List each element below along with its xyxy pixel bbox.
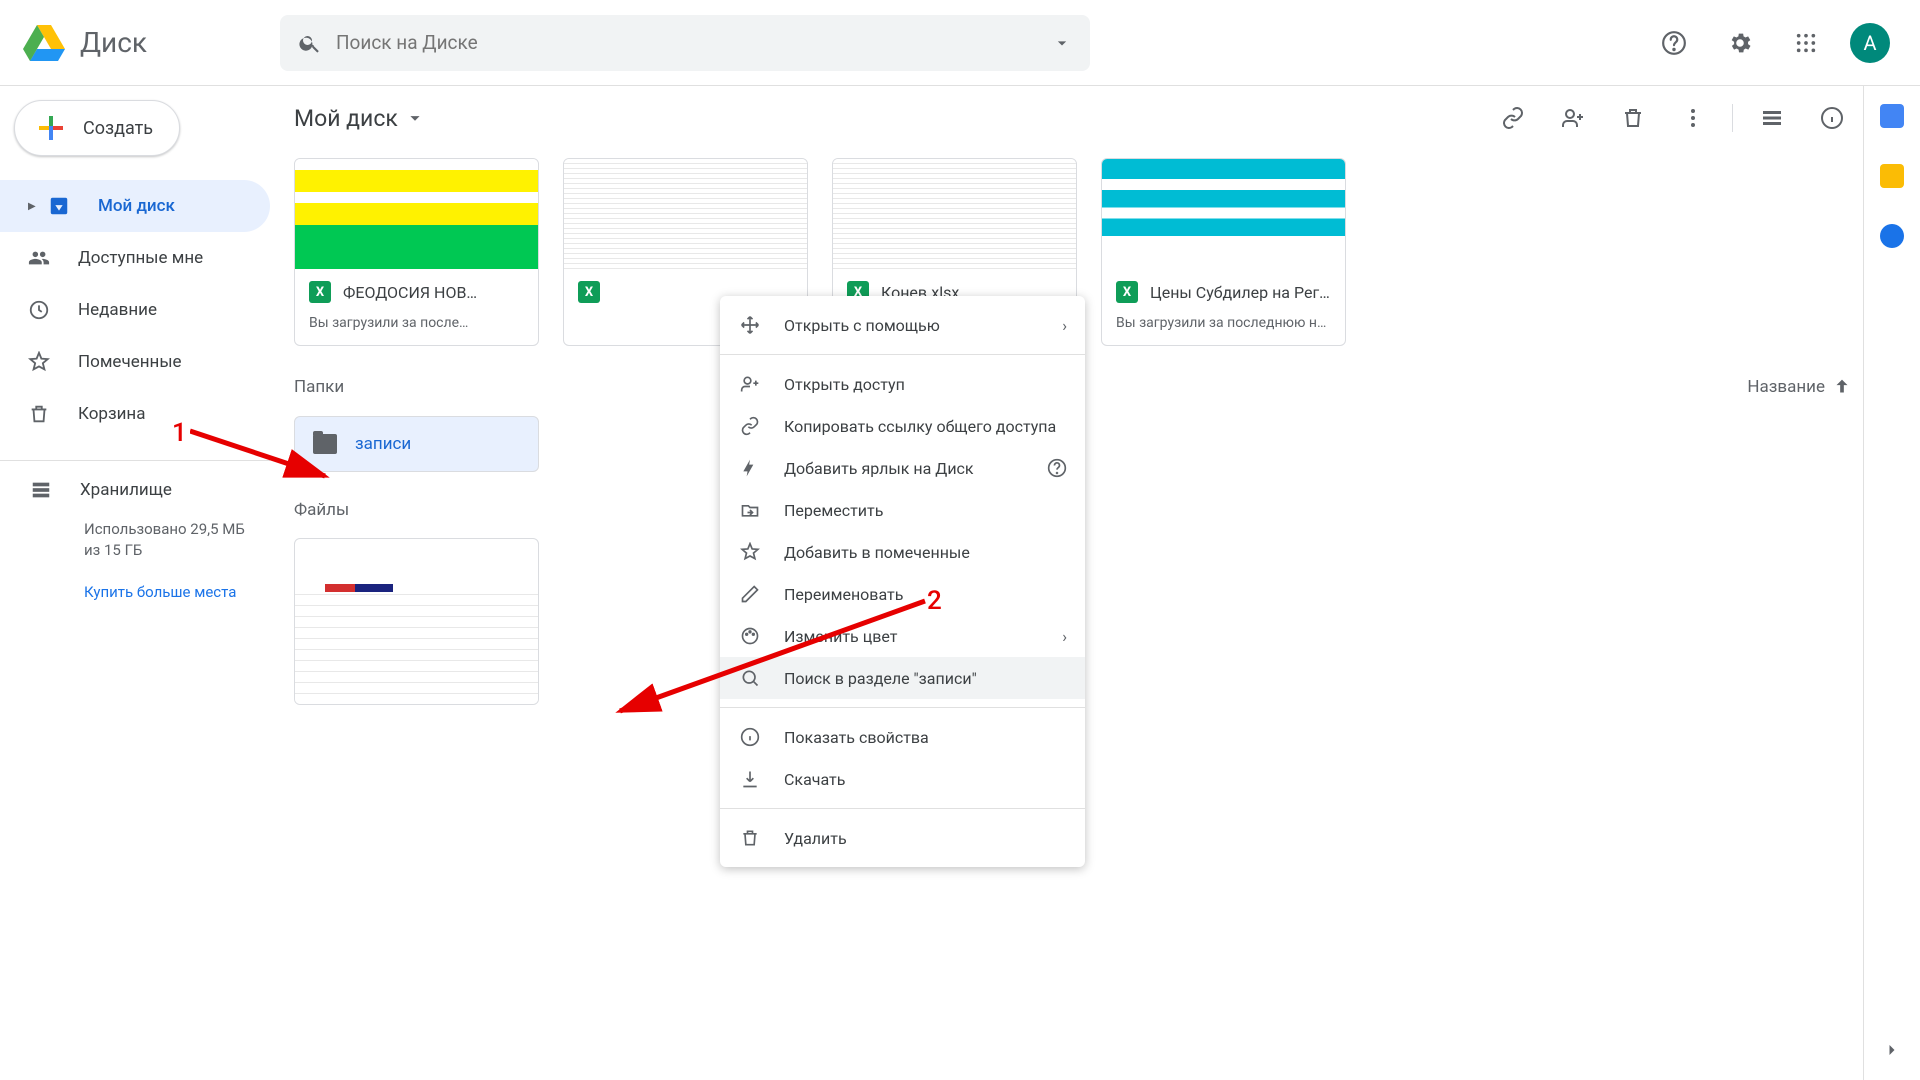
folder-icon	[313, 434, 337, 454]
side-panel-chevron-icon[interactable]	[1882, 1040, 1902, 1060]
sidebar-item-starred[interactable]: Помеченные	[0, 336, 270, 388]
file-thumbnail	[295, 584, 538, 704]
help-icon[interactable]	[1652, 21, 1696, 65]
storage-usage-text: Использовано 29,5 МБ из 15 ГБ	[84, 519, 264, 561]
sidebar-item-recent[interactable]: Недавние	[0, 284, 270, 336]
menu-remove[interactable]: Удалить	[720, 817, 1085, 859]
menu-add-shortcut[interactable]: Добавить ярлык на Диск	[720, 447, 1085, 489]
search-options-icon[interactable]	[1052, 33, 1072, 53]
help-icon[interactable]	[1047, 458, 1067, 478]
menu-copy-link[interactable]: Копировать ссылку общего доступа	[720, 405, 1085, 447]
star-icon	[28, 351, 54, 373]
file-thumbnail	[295, 159, 538, 269]
file-card[interactable]: XЦены Субдилер на Реги… Вы загрузили за …	[1101, 158, 1346, 346]
right-side-panel	[1864, 86, 1920, 1080]
app-header: Диск A	[0, 0, 1920, 86]
chevron-right-icon: ›	[1062, 627, 1067, 646]
menu-open-with[interactable]: Открыть с помощью ›	[720, 304, 1085, 346]
people-icon	[28, 247, 54, 269]
clock-icon	[28, 299, 54, 321]
plus-icon	[33, 110, 69, 146]
link-icon	[738, 416, 762, 436]
files-section-header: Файлы	[294, 500, 349, 520]
person-add-icon	[738, 374, 762, 394]
folders-section-header: Папки	[294, 377, 344, 397]
storage-icon	[30, 479, 56, 501]
user-avatar[interactable]: A	[1850, 23, 1890, 63]
sidebar-item-my-drive[interactable]: ▶ Мой диск	[0, 180, 270, 232]
move-icon	[738, 315, 762, 335]
trash-icon	[28, 403, 54, 425]
sidebar-item-shared[interactable]: Доступные мне	[0, 232, 270, 284]
file-card[interactable]: XФЕОДОСИЯ НОВ… Вы загрузили за после…	[294, 158, 539, 346]
folder-item[interactable]: записи	[294, 416, 539, 472]
main-content: Мой диск	[270, 86, 1864, 1080]
list-view-icon[interactable]	[1751, 97, 1793, 139]
create-button[interactable]: Создать	[14, 100, 180, 156]
file-card[interactable]	[294, 538, 539, 705]
sheets-icon: X	[309, 281, 331, 303]
file-thumbnail	[1102, 159, 1345, 269]
menu-star[interactable]: Добавить в помеченные	[720, 531, 1085, 573]
drive-logo-icon	[20, 19, 68, 67]
more-icon[interactable]	[1672, 97, 1714, 139]
palette-icon	[738, 626, 762, 646]
sheets-icon: X	[578, 281, 600, 303]
download-icon	[738, 769, 762, 789]
menu-change-color[interactable]: Изменить цвет ›	[720, 615, 1085, 657]
menu-rename[interactable]: Переименовать	[720, 573, 1085, 615]
menu-search-in[interactable]: Поиск в разделе "записи"	[720, 657, 1085, 699]
sidebar: Создать ▶ Мой диск Доступные мне Нед	[0, 86, 270, 1080]
sheets-icon: X	[1116, 281, 1138, 303]
logo-area[interactable]: Диск	[20, 19, 280, 67]
star-icon	[738, 542, 762, 562]
tasks-app-icon[interactable]	[1880, 224, 1904, 252]
info-icon[interactable]	[1811, 97, 1853, 139]
trash-icon	[738, 828, 762, 848]
file-thumbnail	[833, 159, 1076, 269]
create-label: Создать	[83, 118, 153, 139]
buy-storage-link[interactable]: Купить больше места	[84, 583, 270, 601]
menu-download[interactable]: Скачать	[720, 758, 1085, 800]
info-icon	[738, 727, 762, 747]
drive-shortcut-icon	[738, 458, 762, 478]
keep-app-icon[interactable]	[1880, 164, 1904, 192]
drive-icon	[48, 195, 74, 217]
share-person-icon[interactable]	[1552, 97, 1594, 139]
chevron-right-icon: ›	[1062, 316, 1067, 335]
file-thumbnail	[564, 159, 807, 269]
sidebar-item-storage[interactable]: Хранилище	[30, 479, 270, 501]
sort-arrow-up-icon[interactable]	[1831, 376, 1853, 398]
sort-label[interactable]: Название	[1747, 377, 1825, 397]
folder-move-icon	[738, 500, 762, 520]
caret-right-icon: ▶	[28, 201, 40, 212]
search-input[interactable]	[336, 31, 1052, 54]
menu-share[interactable]: Открыть доступ	[720, 363, 1085, 405]
settings-icon[interactable]	[1718, 21, 1762, 65]
link-icon[interactable]	[1492, 97, 1534, 139]
search-bar[interactable]	[280, 15, 1090, 71]
sidebar-item-trash[interactable]: Корзина	[0, 388, 270, 440]
search-icon	[738, 668, 762, 688]
context-menu: Открыть с помощью › Открыть доступ Копир…	[720, 296, 1085, 867]
calendar-app-icon[interactable]	[1880, 104, 1904, 132]
search-icon	[298, 31, 322, 55]
apps-grid-icon[interactable]	[1784, 21, 1828, 65]
pencil-icon	[738, 584, 762, 604]
menu-move[interactable]: Переместить	[720, 489, 1085, 531]
menu-details[interactable]: Показать свойства	[720, 716, 1085, 758]
app-name: Диск	[80, 26, 147, 59]
delete-icon[interactable]	[1612, 97, 1654, 139]
breadcrumb-my-drive[interactable]: Мой диск	[294, 105, 426, 132]
